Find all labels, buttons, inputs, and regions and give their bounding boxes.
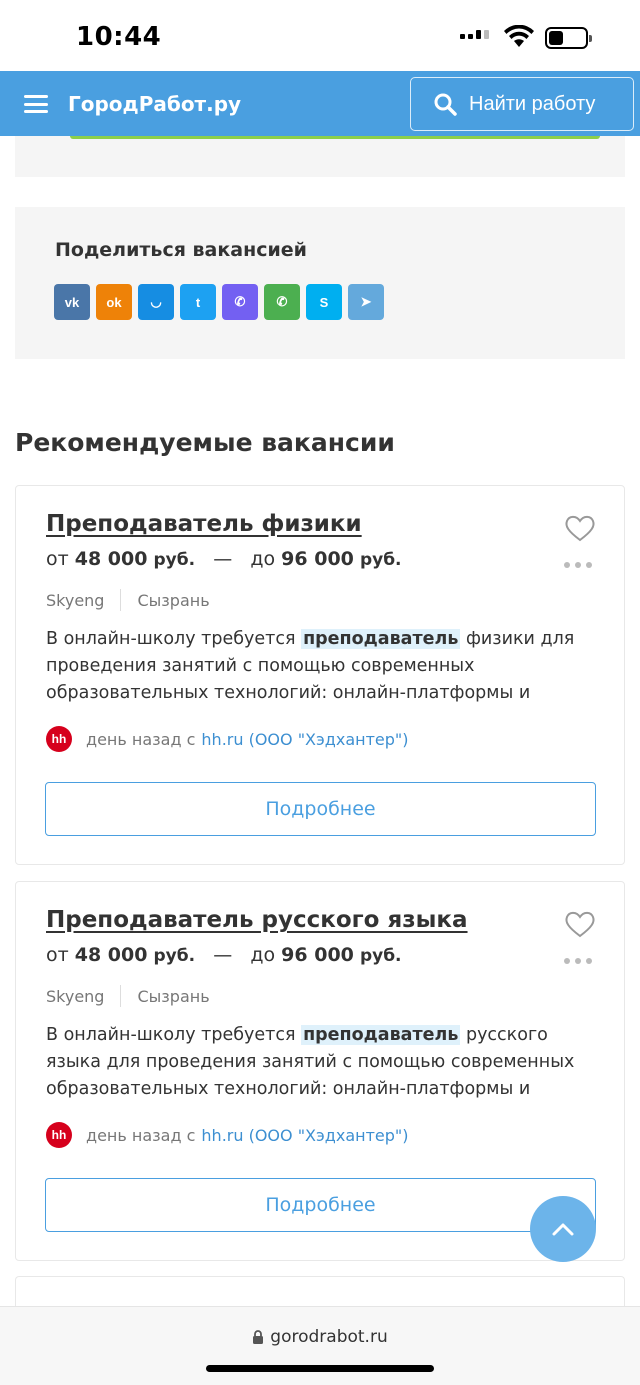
moimir-icon[interactable]: ◡	[138, 284, 174, 320]
menu-icon[interactable]	[24, 95, 48, 113]
job-description: В онлайн-школу требуется преподаватель ф…	[46, 629, 575, 703]
share-section: Поделиться вакансией vk ok ◡ t ✆ ✆ S ➤	[15, 207, 625, 359]
company-name[interactable]: Skyeng	[46, 987, 104, 1006]
source-link[interactable]: hh.ru (ООО "Хэдхантер")	[201, 730, 408, 749]
scroll-to-top-button[interactable]	[530, 1196, 596, 1262]
details-button[interactable]: Подробнее	[45, 1178, 596, 1232]
job-description: В онлайн-школу требуется преподаватель р…	[46, 1025, 575, 1099]
skype-icon[interactable]: S	[306, 284, 342, 320]
job-city: Сызрань	[137, 986, 210, 1006]
favorite-heart-icon[interactable]	[564, 514, 596, 542]
telegram-icon[interactable]: ➤	[348, 284, 384, 320]
site-logo[interactable]: ГородРабот.ру	[68, 92, 241, 116]
hh-logo-icon: hh	[46, 726, 72, 752]
job-source: hh день назад с hh.ru (ООО "Хэдхантер")	[46, 1122, 409, 1148]
status-time: 10:44	[76, 22, 162, 52]
social-share-buttons: vk ok ◡ t ✆ ✆ S ➤	[54, 284, 384, 320]
whatsapp-icon[interactable]: ✆	[264, 284, 300, 320]
viber-icon[interactable]: ✆	[222, 284, 258, 320]
job-source: hh день назад с hh.ru (ООО "Хэдхантер")	[46, 726, 409, 752]
job-title-link[interactable]: Преподаватель русского языка	[46, 907, 468, 933]
battery-icon	[545, 27, 592, 49]
favorite-heart-icon[interactable]	[564, 910, 596, 938]
odnoklassniki-icon[interactable]: ok	[96, 284, 132, 320]
status-bar: 10:44	[0, 0, 640, 72]
cellular-signal-icon	[460, 30, 489, 39]
job-card: Преподаватель русского языка от 48 000 р…	[15, 881, 625, 1261]
wifi-icon	[504, 25, 534, 47]
share-title: Поделиться вакансией	[55, 239, 307, 261]
job-city: Сызрань	[137, 590, 210, 610]
job-salary: от 48 000 руб. — до 96 000 руб.	[46, 944, 402, 966]
company-name[interactable]: Skyeng	[46, 591, 104, 610]
recommended-title: Рекомендуемые вакансии	[15, 428, 395, 457]
more-options-icon[interactable]	[564, 958, 592, 964]
find-job-button[interactable]: Найти работу	[410, 77, 634, 131]
vk-icon[interactable]: vk	[54, 284, 90, 320]
job-title-link[interactable]: Преподаватель физики	[46, 511, 362, 537]
find-job-label: Найти работу	[469, 92, 596, 115]
home-indicator[interactable]	[206, 1365, 434, 1372]
job-meta: Skyeng Сызрань	[46, 985, 210, 1007]
job-card: Преподаватель физики от 48 000 руб. — до…	[15, 485, 625, 865]
source-link[interactable]: hh.ru (ООО "Хэдхантер")	[201, 1126, 408, 1145]
url-text: gorodrabot.ru	[270, 1327, 388, 1347]
details-button[interactable]: Подробнее	[45, 782, 596, 836]
hh-logo-icon: hh	[46, 1122, 72, 1148]
previous-section	[15, 136, 625, 177]
browser-address-bar[interactable]: gorodrabot.ru	[0, 1306, 640, 1385]
twitter-icon[interactable]: t	[180, 284, 216, 320]
apply-button-edge[interactable]	[70, 136, 600, 139]
more-options-icon[interactable]	[564, 562, 592, 568]
search-icon	[434, 93, 457, 116]
chevron-up-icon	[552, 1223, 574, 1236]
site-header: ГородРабот.ру Найти работу	[0, 71, 640, 136]
job-meta: Skyeng Сызрань	[46, 589, 210, 611]
lock-icon	[253, 1330, 264, 1344]
job-salary: от 48 000 руб. — до 96 000 руб.	[46, 548, 402, 570]
